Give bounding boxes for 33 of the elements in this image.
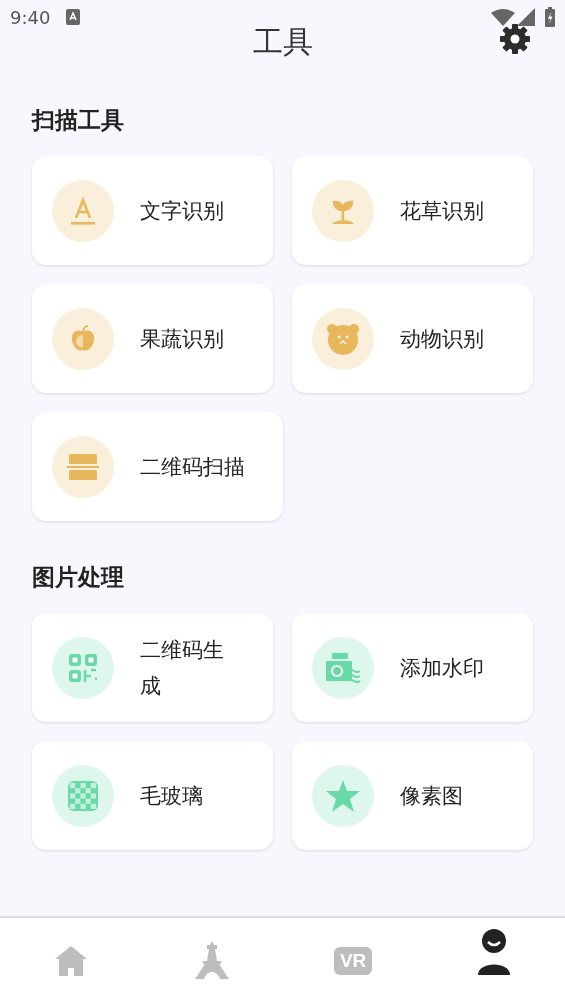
tool-label: 果蔬识别 <box>140 325 224 353</box>
tool-label: 花草识别 <box>400 197 484 225</box>
star-icon <box>325 778 361 813</box>
tool-card[interactable]: 二维码生成 <box>32 613 273 722</box>
tool-label: 文字识别 <box>140 197 224 225</box>
checkerboard-icon <box>67 779 99 812</box>
tool-card[interactable]: 动物识别 <box>292 284 533 393</box>
status-time: 9:40 <box>10 6 51 28</box>
tool-label: 动物识别 <box>400 325 484 353</box>
settings-icon[interactable] <box>499 23 531 55</box>
signal-icon <box>517 8 535 26</box>
battery-icon <box>545 7 555 27</box>
tool-card[interactable]: 花草识别 <box>292 156 533 265</box>
stamp-icon <box>324 650 362 685</box>
tool-card[interactable]: 像素图 <box>292 741 533 850</box>
tool-card[interactable]: 毛玻璃 <box>32 741 273 850</box>
tower-icon <box>194 941 229 981</box>
keyboard-icon <box>66 9 81 25</box>
page-title: 工具 <box>252 22 313 61</box>
wifi-icon <box>491 8 515 26</box>
section-title: 扫描工具 <box>32 106 125 135</box>
qr-code-icon <box>67 651 99 684</box>
tool-label: 添加水印 <box>400 654 484 682</box>
tool-card[interactable]: 果蔬识别 <box>32 284 273 393</box>
tool-card[interactable]: 二维码扫描 <box>32 412 283 521</box>
tool-card[interactable]: 添加水印 <box>292 613 533 722</box>
tool-label: 毛玻璃 <box>140 782 203 810</box>
vr-icon: VR <box>333 947 373 975</box>
tool-card[interactable]: 文字识别 <box>32 156 273 265</box>
tool-label: 像素图 <box>400 782 463 810</box>
tool-label: 二维码扫描 <box>140 453 245 481</box>
section-title: 图片处理 <box>32 563 125 592</box>
tool-label: 二维码生成 <box>140 636 225 700</box>
